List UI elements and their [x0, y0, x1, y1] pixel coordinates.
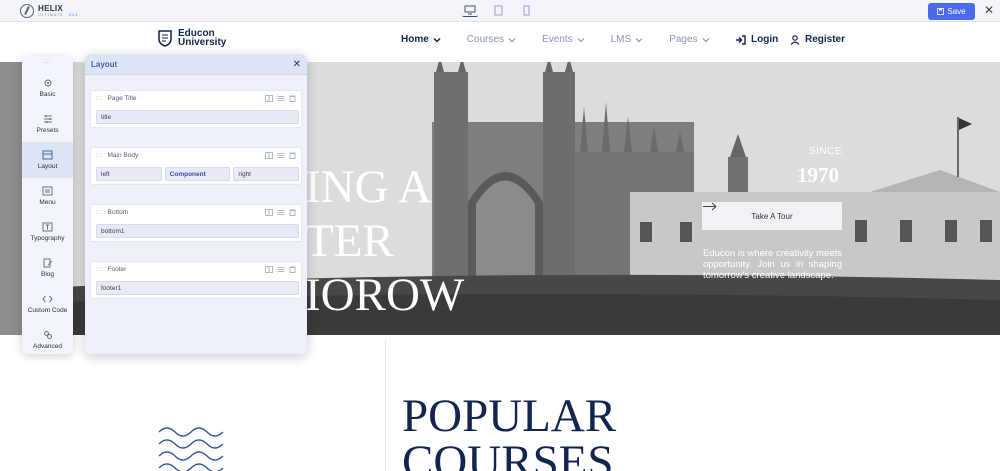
helix-logo-icon — [20, 4, 34, 18]
chevron-down-icon — [433, 37, 441, 43]
chevron-down-icon — [577, 37, 585, 42]
since-year: 1970 — [797, 163, 839, 187]
login-link[interactable]: Login — [735, 34, 778, 45]
register-link[interactable]: Register — [790, 34, 845, 45]
layout-column[interactable]: right — [233, 167, 300, 181]
helix-logo: HELIX ULTIMATE 2.1.1 — [20, 4, 78, 18]
section-name: Footer — [107, 266, 127, 273]
sidebar-item-custom-code[interactable]: Custom Code — [22, 286, 73, 322]
save-label: Save — [947, 7, 966, 16]
login-icon — [736, 34, 746, 45]
nav-home[interactable]: Home — [401, 34, 441, 45]
sidebar-item-menu[interactable]: Menu — [22, 178, 73, 214]
layout-section-main-body[interactable]: ::: Main Body left Component right — [90, 147, 302, 185]
section-name: Main Body — [107, 152, 139, 159]
nav-lms[interactable]: LMS — [611, 34, 644, 45]
layout-column[interactable]: footer1 — [96, 281, 299, 295]
typography-icon — [42, 222, 53, 232]
sidebar-item-blog[interactable]: Blog — [22, 250, 73, 286]
nav-events[interactable]: Events — [542, 34, 585, 45]
settings-icon[interactable] — [277, 266, 285, 273]
columns-icon[interactable] — [265, 152, 273, 159]
edit-icon — [43, 258, 52, 268]
waves-icon — [158, 427, 224, 471]
section-name: Bottom — [107, 209, 129, 216]
sidebar-item-typography[interactable]: Typography — [22, 214, 73, 250]
register-label: Register — [805, 34, 846, 45]
sidebar-item-presets[interactable]: Presets — [22, 106, 73, 142]
columns-icon[interactable] — [265, 95, 273, 102]
chevron-down-icon — [702, 37, 709, 42]
drag-handle-icon[interactable]: ::: — [96, 210, 103, 216]
layout-section-footer[interactable]: ::: Footer footer1 — [90, 261, 302, 299]
trash-icon[interactable] — [289, 209, 296, 216]
save-button[interactable]: Save — [928, 3, 975, 20]
since-label: SINCE — [809, 146, 843, 157]
trash-icon[interactable] — [289, 266, 296, 273]
drag-handle-icon[interactable]: ::: — [96, 267, 103, 273]
app-sub: ULTIMATE — [38, 12, 64, 17]
sliders-icon — [43, 115, 52, 123]
drag-handle-icon[interactable]: ::: — [96, 96, 103, 102]
tour-label: Take A Tour — [751, 211, 793, 221]
sidebar-item-layout[interactable]: Layout — [22, 142, 73, 178]
nav-courses[interactable]: Courses — [467, 34, 516, 45]
columns-icon[interactable] — [265, 266, 273, 273]
layout-panel: Layout ✕ ::: Page Title title ::: Main B… — [85, 54, 307, 354]
code-icon — [42, 295, 53, 303]
brand-line2: University — [178, 37, 227, 48]
layout-column[interactable]: bottom1 — [96, 224, 299, 238]
gear-icon — [44, 79, 51, 87]
layout-section-bottom[interactable]: ::: Bottom bottom1 — [90, 204, 302, 242]
save-icon — [937, 8, 945, 15]
panel-title: Layout — [91, 59, 118, 69]
desktop-icon[interactable] — [462, 3, 478, 17]
brand-logo[interactable]: Educon University — [157, 29, 227, 48]
arrow-right-icon — [703, 202, 717, 211]
device-switcher — [462, 3, 534, 17]
trash-icon[interactable] — [289, 152, 296, 159]
editor-topbar: HELIX ULTIMATE 2.1.1 Save ✕ — [0, 0, 1000, 22]
sidebar-item-basic[interactable]: Basic — [22, 70, 73, 106]
nav-pages[interactable]: Pages — [669, 34, 709, 45]
close-editor-icon[interactable]: ✕ — [984, 2, 994, 18]
app-version: 2.1.1 — [68, 11, 78, 17]
hero-headline: ING A TER IOROW — [305, 161, 465, 321]
panel-header[interactable]: Layout ✕ — [85, 54, 307, 75]
menu-icon — [42, 186, 53, 196]
drag-handle-icon[interactable]: ::: — [96, 153, 103, 159]
settings-icon[interactable] — [277, 152, 285, 159]
editor-sidebar: ::: Basic Presets Layout Menu Typography… — [22, 56, 73, 354]
trash-icon[interactable] — [289, 95, 296, 102]
layout-icon — [42, 150, 53, 160]
chevron-down-icon — [508, 37, 516, 42]
layout-column-component[interactable]: Component — [164, 167, 231, 181]
take-a-tour-button[interactable]: Take A Tour — [702, 202, 842, 230]
settings-icon[interactable] — [277, 95, 285, 102]
section-name: Page Title — [107, 95, 137, 102]
popular-courses-heading: POPULAR COURSES — [402, 390, 617, 471]
sidebar-item-advanced[interactable]: Advanced — [22, 322, 73, 358]
tablet-icon[interactable] — [490, 3, 506, 17]
layout-section-page-title[interactable]: ::: Page Title title — [90, 90, 302, 128]
login-label: Login — [751, 34, 779, 45]
shield-logo-icon — [158, 30, 172, 47]
main-nav: Home Courses Events LMS Pages — [401, 34, 736, 45]
user-icon — [790, 34, 800, 45]
close-panel-icon[interactable]: ✕ — [293, 59, 301, 70]
section-divider — [385, 340, 386, 471]
columns-icon[interactable] — [265, 209, 273, 216]
layout-column[interactable]: title — [96, 110, 299, 124]
advanced-icon — [43, 331, 52, 339]
hero-description: Educon is where creativity meets opportu… — [703, 248, 842, 281]
chevron-down-icon — [635, 37, 643, 42]
layout-column[interactable]: left — [96, 167, 162, 181]
mobile-icon[interactable] — [518, 3, 534, 17]
settings-icon[interactable] — [277, 209, 285, 216]
page-root: HELIX ULTIMATE 2.1.1 Save ✕ Educon Unive… — [0, 0, 1000, 471]
toolbar-drag-handle[interactable]: ::: — [22, 56, 73, 70]
